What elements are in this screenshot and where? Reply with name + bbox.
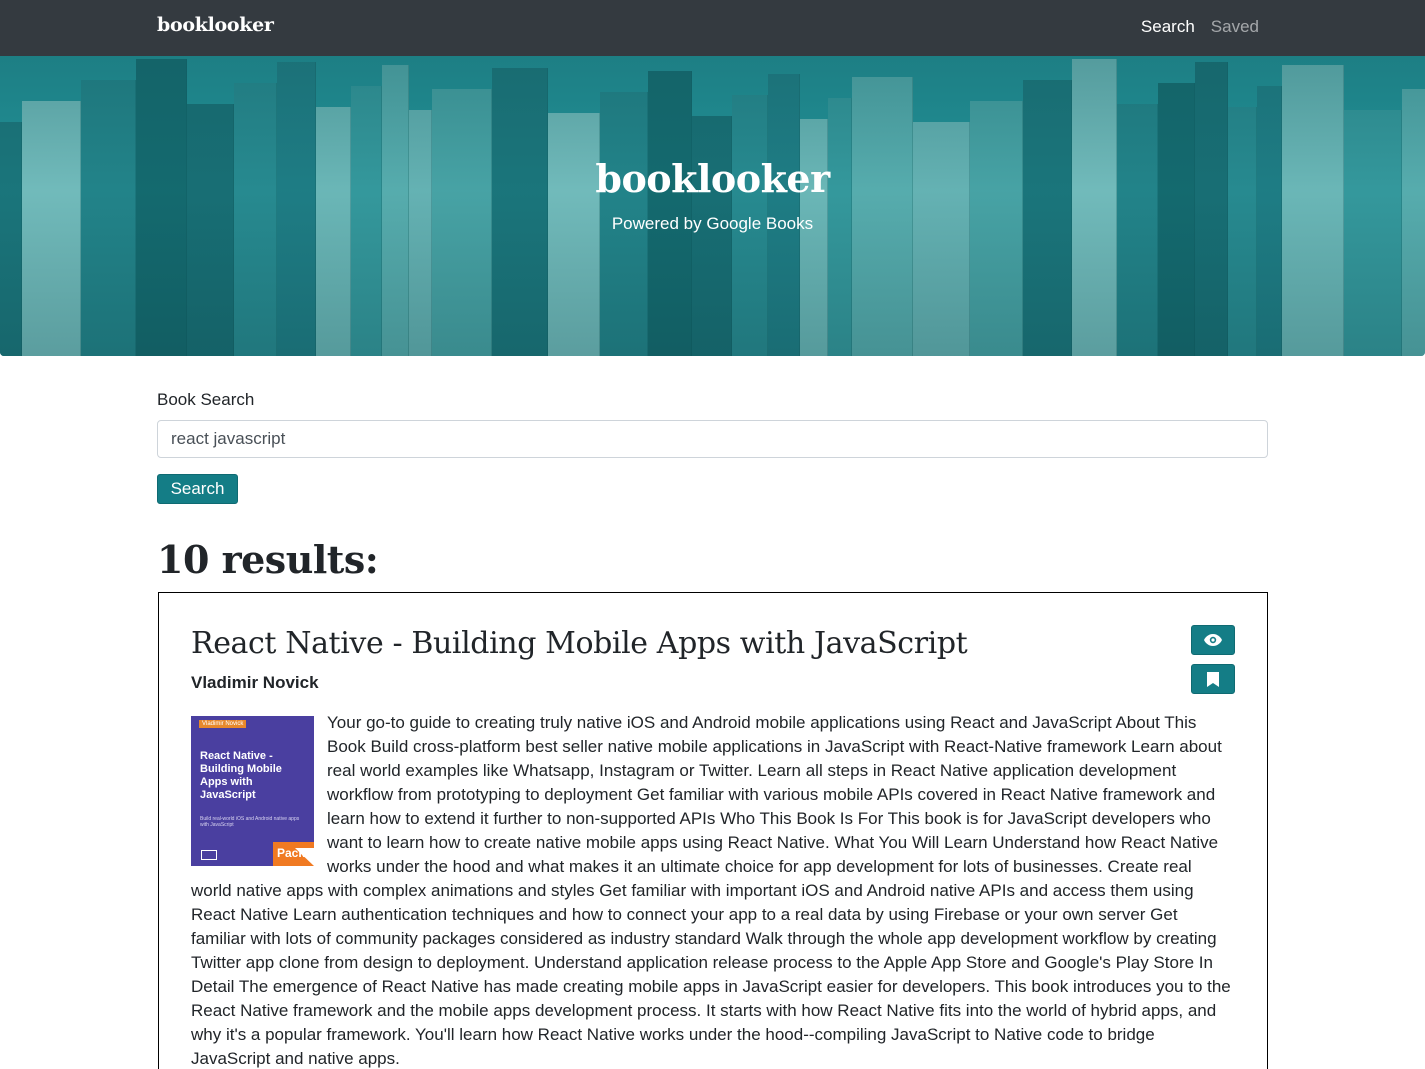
hero-title: booklooker xyxy=(595,156,830,201)
result-card: React Native - Building Mobile Apps with… xyxy=(158,592,1268,1069)
hero-shade xyxy=(0,56,1425,356)
search-label: Book Search xyxy=(157,390,255,409)
nav-link-search[interactable]: Search xyxy=(1141,17,1195,37)
book-author: Vladimir Novick xyxy=(191,673,319,692)
hero-subtitle: Powered by Google Books xyxy=(611,214,814,233)
navbar: booklooker Search Saved xyxy=(0,0,1425,56)
hero-banner: booklooker Powered by Google Books xyxy=(0,56,1425,356)
bookmark-icon xyxy=(1207,671,1219,687)
save-button[interactable] xyxy=(1191,664,1235,694)
nav-link-saved[interactable]: Saved xyxy=(1211,17,1259,37)
brand-logo[interactable]: booklooker xyxy=(157,14,274,36)
book-description: Your go-to guide to creating truly nativ… xyxy=(191,713,1231,1068)
view-button[interactable] xyxy=(1191,625,1235,655)
search-button[interactable]: Search xyxy=(157,474,238,504)
eye-icon xyxy=(1204,634,1222,646)
nav-links: Search Saved xyxy=(1141,17,1259,37)
results-heading: 10 results: xyxy=(157,537,379,582)
search-input[interactable] xyxy=(157,420,1268,458)
book-description-container: Your go-to guide to creating truly nativ… xyxy=(191,711,1235,1069)
book-title: React Native - Building Mobile Apps with… xyxy=(191,626,968,661)
